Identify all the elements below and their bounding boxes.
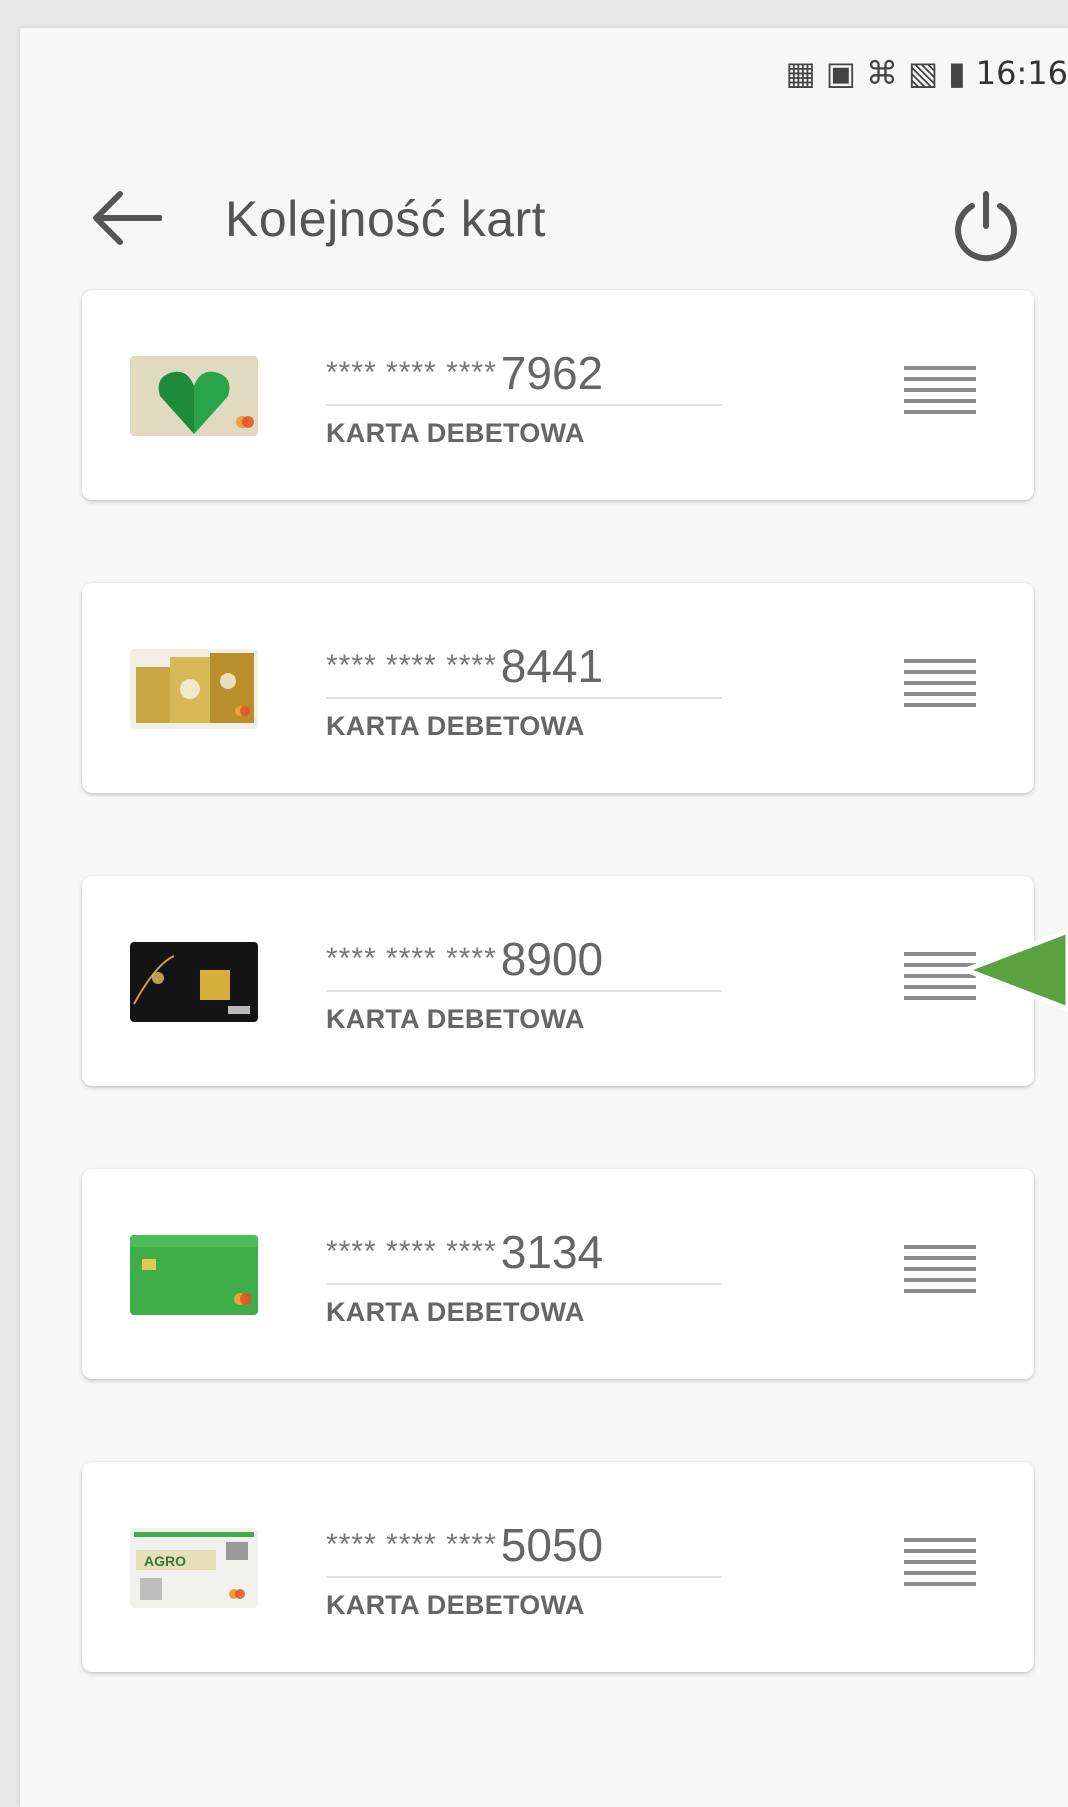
wifi-calling-icon: ⌘	[865, 55, 898, 91]
card-last-digits: 8441	[500, 640, 604, 692]
drag-handle-icon[interactable]	[904, 659, 976, 719]
drag-handle-icon[interactable]	[904, 1538, 976, 1598]
card-type-label: KARTA DEBETOWA	[326, 1590, 585, 1620]
card-number: **** **** ****5050	[326, 1518, 722, 1578]
card-black-thumbnail	[130, 942, 258, 1022]
card-type-label: KARTA DEBETOWA	[326, 1297, 585, 1327]
card-number: **** **** ****7962	[326, 346, 722, 406]
drag-handle-icon[interactable]	[904, 366, 976, 426]
signal-icon: ▧	[907, 55, 939, 91]
card-green-thumbnail	[130, 1235, 258, 1315]
vibrate-icon: ▣	[825, 55, 856, 91]
card-type-label: KARTA DEBETOWA	[326, 1004, 585, 1034]
card-heart-thumbnail	[130, 356, 258, 436]
card-number: **** **** ****3134	[326, 1225, 722, 1285]
card-last-digits: 8900	[500, 933, 604, 985]
card-gold-thumbnail	[130, 649, 258, 729]
card-number: **** **** ****8900	[326, 932, 722, 992]
battery-icon: ▮	[948, 55, 966, 91]
card-number: **** **** ****8441	[326, 639, 722, 699]
card-last-digits: 3134	[500, 1226, 604, 1278]
card-agro-thumbnail: AGRO	[130, 1528, 258, 1608]
card-last-digits: 7962	[500, 347, 604, 399]
agro-logo-text: AGRO	[144, 1553, 186, 1569]
app-bar: Kolejność kart	[20, 168, 1068, 268]
card-list-item[interactable]: AGRO **** **** ****5050 KARTA DEBETOWA	[82, 1462, 1034, 1672]
power-logout-icon[interactable]	[950, 190, 1022, 262]
card-type-label: KARTA DEBETOWA	[326, 711, 585, 741]
drag-handle-icon[interactable]	[904, 1245, 976, 1305]
card-list-item[interactable]: **** **** ****8900 KARTA DEBETOWA	[82, 876, 1034, 1086]
card-type-label: KARTA DEBETOWA	[326, 418, 585, 448]
card-list-item[interactable]: **** **** ****3134 KARTA DEBETOWA	[82, 1169, 1034, 1379]
page-title: Kolejność kart	[225, 191, 547, 247]
phone-screen: ▦ ▣ ⌘ ▧ ▮ 16:16 Kolejność kart **** ****…	[20, 28, 1068, 1807]
card-last-digits: 5050	[500, 1519, 604, 1571]
card-list-item[interactable]: **** **** ****7962 KARTA DEBETOWA	[82, 290, 1034, 500]
status-bar: ▦ ▣ ⌘ ▧ ▮ 16:16	[785, 50, 1068, 96]
card-list-item[interactable]: **** **** ****8441 KARTA DEBETOWA	[82, 583, 1034, 793]
status-time: 16:16	[975, 54, 1068, 92]
nfc-icon: ▦	[785, 55, 816, 91]
annotation-arrow-icon	[963, 928, 1068, 1012]
back-arrow-icon[interactable]	[90, 188, 162, 248]
